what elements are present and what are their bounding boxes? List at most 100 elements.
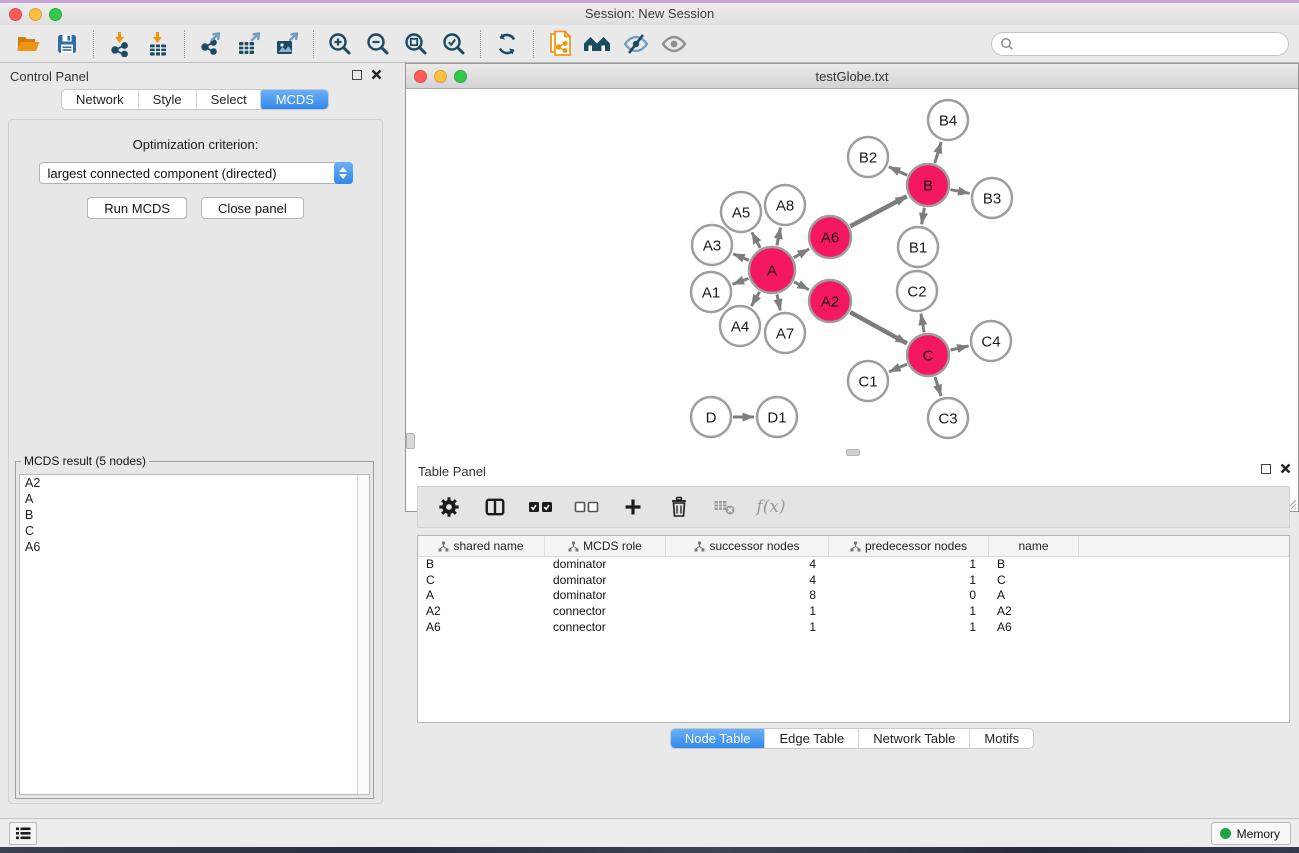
result-item-a[interactable]: A: [20, 491, 369, 507]
delete-table-button[interactable]: [712, 494, 738, 520]
run-mcds-button[interactable]: Run MCDS: [87, 197, 187, 219]
open-file-button[interactable]: [10, 28, 48, 60]
result-item-a2[interactable]: A2: [20, 475, 369, 491]
table-cell[interactable]: B: [418, 557, 545, 573]
close-window-button[interactable]: [9, 8, 22, 21]
table-tab-node-table[interactable]: Node Table: [670, 728, 766, 749]
table-cell[interactable]: 1: [666, 620, 829, 636]
graph-edge-c-c3[interactable]: [935, 377, 941, 396]
table-tab-network-table[interactable]: Network Table: [858, 729, 969, 748]
column-header-name[interactable]: name: [989, 536, 1079, 556]
float-table-panel-icon[interactable]: [1261, 464, 1271, 474]
table-row[interactable]: Cdominator41C: [418, 573, 1289, 589]
hide-panels-button[interactable]: [617, 28, 655, 60]
graph-edge-a2-c[interactable]: [850, 312, 907, 343]
tab-network[interactable]: Network: [62, 90, 138, 109]
table-cell[interactable]: 8: [666, 588, 829, 604]
graph-edge-a-a6[interactable]: [794, 249, 809, 258]
table-tab-edge-table[interactable]: Edge Table: [764, 729, 858, 748]
home-button[interactable]: [579, 28, 617, 60]
graph-edge-c-c2[interactable]: [921, 314, 924, 333]
graph-edge-a-a8[interactable]: [777, 228, 781, 246]
table-cell[interactable]: C: [989, 573, 1079, 589]
window-edge-thumb[interactable]: [846, 449, 860, 456]
table-cell[interactable]: B: [989, 557, 1079, 573]
task-history-button[interactable]: [9, 822, 37, 845]
network-window-titlebar[interactable]: testGlobe.txt: [406, 64, 1298, 89]
graph-edge-a-a5[interactable]: [752, 232, 760, 248]
tab-mcds[interactable]: MCDS: [260, 89, 329, 110]
table-cell[interactable]: dominator: [545, 557, 666, 573]
show-panels-button[interactable]: [655, 28, 693, 60]
table-row[interactable]: Bdominator41B: [418, 557, 1289, 573]
tab-select[interactable]: Select: [196, 90, 261, 109]
export-table-button[interactable]: [230, 28, 268, 60]
network-minimize-button[interactable]: [434, 70, 447, 83]
graph-edge-c-c1[interactable]: [889, 364, 907, 372]
tab-style[interactable]: Style: [138, 90, 196, 109]
import-table-button[interactable]: [139, 28, 177, 60]
column-header-successor-nodes[interactable]: successor nodes: [666, 536, 829, 556]
float-panel-icon[interactable]: [352, 70, 362, 80]
canvas-scrollbar-thumb[interactable]: [406, 433, 415, 449]
memory-button[interactable]: Memory: [1211, 822, 1291, 845]
optimization-criterion-select[interactable]: largest connected component (directed): [39, 162, 353, 184]
search-input[interactable]: [1014, 37, 1280, 51]
graph-edge-a6-b[interactable]: [850, 196, 906, 226]
export-network-button[interactable]: [192, 28, 230, 60]
new-session-button[interactable]: [541, 28, 579, 60]
table-cell[interactable]: A2: [989, 604, 1079, 620]
minimize-window-button[interactable]: [29, 8, 42, 21]
delete-column-button[interactable]: [666, 494, 692, 520]
zoom-out-button[interactable]: [359, 28, 397, 60]
close-panel-icon[interactable]: [371, 69, 382, 80]
network-canvas[interactable]: AA1A3A5A8A4A7A6A2BB2B4B3B1CC2C4C1C3DD1: [406, 89, 1298, 511]
table-cell[interactable]: A6: [989, 620, 1079, 636]
result-item-a6[interactable]: A6: [20, 539, 369, 555]
refresh-button[interactable]: [488, 28, 526, 60]
table-cell[interactable]: A: [418, 588, 545, 604]
graph-edge-b-b1[interactable]: [922, 208, 925, 225]
show-columns-button[interactable]: [482, 494, 508, 520]
select-all-columns-button[interactable]: [528, 494, 554, 520]
import-network-button[interactable]: [101, 28, 139, 60]
column-header-predecessor-nodes[interactable]: predecessor nodes: [829, 536, 989, 556]
graph-edge-a-a4[interactable]: [751, 292, 759, 306]
result-scrollbar[interactable]: [357, 475, 369, 794]
save-session-button[interactable]: [48, 28, 86, 60]
graph-edge-a-a3[interactable]: [733, 254, 749, 261]
table-row[interactable]: Adominator80A: [418, 588, 1289, 604]
result-item-c[interactable]: C: [20, 523, 369, 539]
table-cell[interactable]: connector: [545, 604, 666, 620]
zoom-fit-button[interactable]: [397, 28, 435, 60]
add-column-button[interactable]: [620, 494, 646, 520]
table-cell[interactable]: dominator: [545, 588, 666, 604]
zoom-selected-button[interactable]: [435, 28, 473, 60]
graph-edge-a-a2[interactable]: [794, 282, 809, 290]
table-cell[interactable]: 1: [829, 604, 989, 620]
graph-edge-a-a1[interactable]: [733, 278, 749, 284]
table-cell[interactable]: A6: [418, 620, 545, 636]
table-cell[interactable]: 1: [829, 620, 989, 636]
close-table-panel-icon[interactable]: [1280, 463, 1291, 474]
export-image-button[interactable]: [268, 28, 306, 60]
table-cell[interactable]: 0: [829, 588, 989, 604]
graph-edge-b-b2[interactable]: [889, 167, 907, 176]
column-header-mcds-role[interactable]: MCDS role: [545, 536, 666, 556]
graph-edge-a-a7[interactable]: [777, 294, 780, 310]
graph-edge-b-b4[interactable]: [935, 142, 941, 163]
table-cell[interactable]: 1: [829, 557, 989, 573]
network-close-button[interactable]: [414, 70, 427, 83]
deselect-all-columns-button[interactable]: [574, 494, 600, 520]
table-row[interactable]: A6connector11A6: [418, 620, 1289, 636]
network-zoom-button[interactable]: [454, 70, 467, 83]
function-builder-button[interactable]: f(x): [758, 494, 784, 520]
table-settings-button[interactable]: [436, 494, 462, 520]
table-cell[interactable]: dominator: [545, 573, 666, 589]
close-panel-button[interactable]: Close panel: [201, 197, 304, 219]
zoom-in-button[interactable]: [321, 28, 359, 60]
table-cell[interactable]: 1: [666, 604, 829, 620]
table-cell[interactable]: 4: [666, 557, 829, 573]
table-row[interactable]: A2connector11A2: [418, 604, 1289, 620]
table-cell[interactable]: C: [418, 573, 545, 589]
